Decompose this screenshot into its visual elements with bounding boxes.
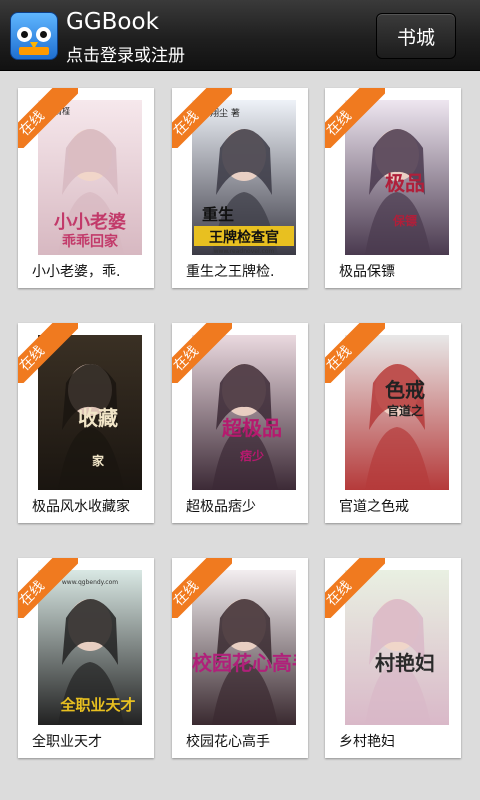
- online-badge: 在线: [18, 88, 78, 148]
- online-badge: 在线: [18, 323, 78, 383]
- book-title: 校园花心高手: [186, 734, 270, 750]
- cover-subtitle-text: 保镖: [392, 213, 417, 228]
- cover-site-text: www.readnovel.com: [214, 248, 275, 255]
- cover-subtitle-text: 王牌检查官: [209, 229, 279, 246]
- online-badge-label: 在线: [325, 343, 355, 375]
- book-card[interactable]: 翔尘 著 重生 王牌检查官 www.readnovel.com 在线 重生之王牌检…: [172, 88, 308, 288]
- book-card[interactable]: 全职业天才 www.qgbendy.com 在线 全职业天才: [18, 558, 154, 758]
- online-badge-label: 在线: [18, 108, 48, 140]
- cover-title-text: 小小老婆: [54, 211, 126, 233]
- online-badge: 在线: [325, 323, 385, 383]
- cover-title-text: 色戒: [385, 378, 425, 402]
- title-bar: GGBook 点击登录或注册 书城: [0, 0, 480, 71]
- book-card[interactable]: 极品 保镖 在线极品保镖: [325, 88, 461, 288]
- book-card[interactable]: 色戒 官道之 在线官道之色戒: [325, 323, 461, 523]
- book-card[interactable]: 收藏 家 在线极品风水收藏家: [18, 323, 154, 523]
- cover-subtitle-text: 官道之: [387, 403, 423, 418]
- cover-title-text: 极品: [385, 171, 425, 195]
- cover-title-text: 收藏: [78, 406, 118, 430]
- book-title: 极品风水收藏家: [32, 499, 130, 515]
- cover-title-text: 超极品: [221, 416, 282, 440]
- cover-title-text: 全职业天才: [59, 696, 135, 714]
- online-badge: 在线: [325, 558, 385, 618]
- book-title: 重生之王牌检.: [186, 264, 275, 280]
- login-register-link[interactable]: 点击登录或注册: [66, 41, 185, 66]
- book-title: 官道之色戒: [339, 499, 409, 515]
- bookstore-button[interactable]: 书城: [376, 13, 456, 59]
- online-badge-label: 在线: [325, 578, 355, 610]
- online-badge-label: 在线: [172, 578, 202, 610]
- online-badge-label: 在线: [172, 343, 202, 375]
- online-badge: 在线: [172, 323, 232, 383]
- book-card[interactable]: 村艳妇 在线乡村艳妇: [325, 558, 461, 758]
- online-badge-label: 在线: [325, 108, 355, 140]
- book-card[interactable]: 小小老婆 乖乖回家 木清槿 在线小小老婆，乖.: [18, 88, 154, 288]
- cover-title-text: 村艳妇: [375, 651, 435, 675]
- book-card[interactable]: 校园花心高手 在线校园花心高手: [172, 558, 308, 758]
- book-title: 全职业天才: [32, 734, 102, 750]
- ggbook-owl-logo-icon: [10, 12, 58, 60]
- cover-subtitle-text: 乖乖回家: [62, 233, 119, 250]
- book-title: 乡村艳妇: [339, 734, 395, 750]
- online-badge: 在线: [325, 88, 385, 148]
- cover-title-text: 重生: [202, 205, 234, 224]
- cover-title-text: 校园花心高手: [192, 651, 296, 675]
- app-title: GGBook: [66, 9, 159, 35]
- book-title: 超极品痞少: [186, 499, 256, 515]
- online-badge-label: 在线: [172, 108, 202, 140]
- online-badge: 在线: [172, 558, 232, 618]
- book-card[interactable]: 超极品 痞少 在线超极品痞少: [172, 323, 308, 523]
- book-title: 小小老婆，乖.: [32, 264, 121, 280]
- cover-subtitle-text: 痞少: [240, 448, 264, 463]
- online-badge-label: 在线: [18, 343, 48, 375]
- online-badge: 在线: [18, 558, 78, 618]
- cover-subtitle-text: 家: [92, 453, 105, 468]
- online-badge: 在线: [172, 88, 232, 148]
- online-badge-label: 在线: [18, 578, 48, 610]
- book-title: 极品保镖: [339, 264, 395, 280]
